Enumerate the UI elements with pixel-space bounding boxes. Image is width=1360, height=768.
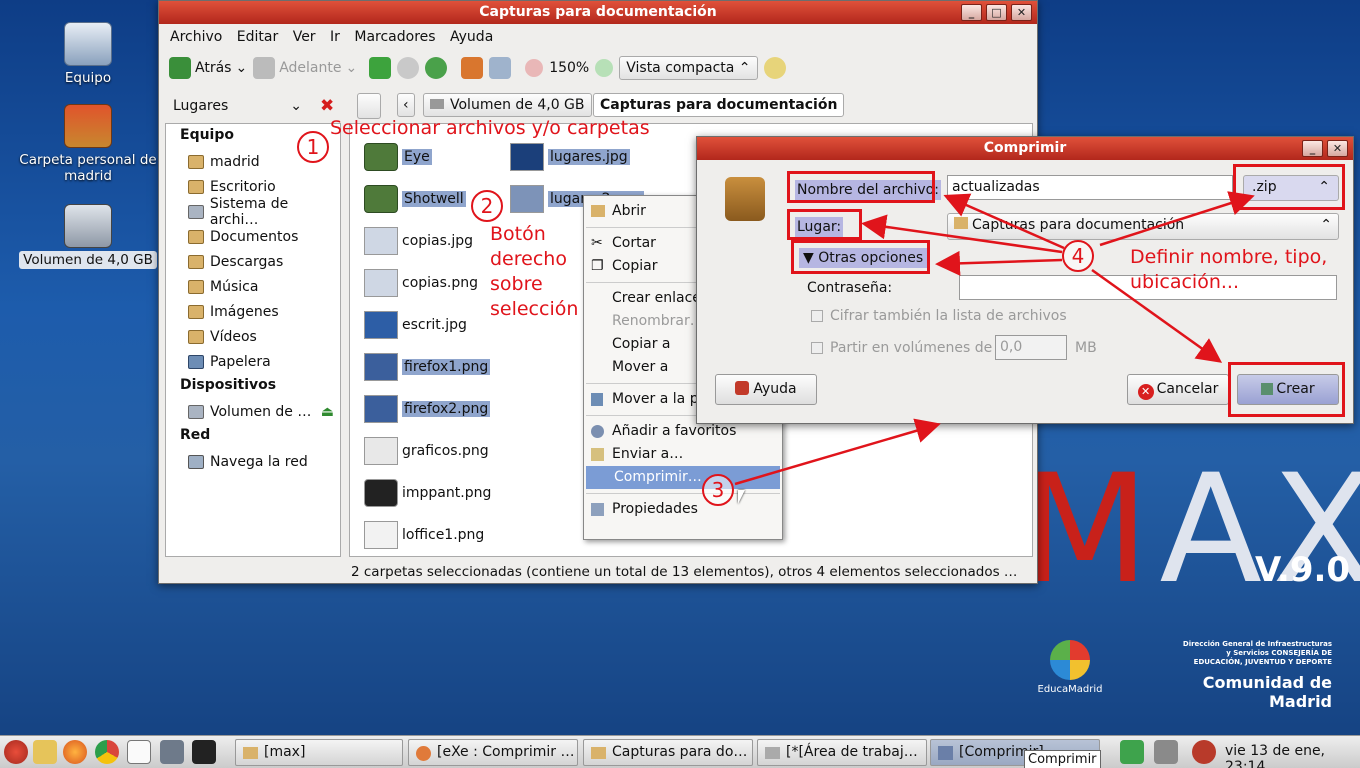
arrow-4d	[935, 250, 1063, 276]
clock[interactable]: vie 13 de ene, 23:14	[1225, 743, 1360, 768]
folder-icon	[243, 747, 258, 759]
taskbar-tooltip: Comprimir	[1024, 750, 1101, 768]
annotation-arrows	[734, 191, 1255, 486]
arrow-4e	[1091, 268, 1223, 363]
taskbar-item-exe[interactable]: [eXe : Comprimir …	[408, 739, 578, 766]
screenshot-icon	[765, 747, 780, 759]
taskbar-item-area[interactable]: [*[Área de trabaj…	[757, 739, 927, 766]
volume-icon[interactable]	[1192, 740, 1216, 764]
arrow-4c	[861, 214, 1063, 254]
firefox-icon	[416, 746, 431, 761]
taskbar: [max] [eXe : Comprimir … Capturas para d…	[0, 735, 1360, 768]
arrow-4a	[943, 193, 1065, 250]
chrome-icon[interactable]	[95, 740, 119, 764]
firefox-icon[interactable]	[63, 740, 87, 764]
taskbar-item-max[interactable]: [max]	[235, 739, 403, 766]
text-editor-icon[interactable]	[33, 740, 57, 764]
trash-icon[interactable]	[1120, 740, 1144, 764]
folder-icon	[591, 747, 606, 759]
terminal-icon[interactable]	[192, 740, 216, 764]
device-icon[interactable]	[1154, 740, 1178, 764]
main-menu-icon[interactable]	[4, 740, 28, 764]
archive-icon	[938, 746, 953, 760]
arrow-4b	[1099, 191, 1255, 247]
arrow-3	[734, 418, 941, 486]
mouse-cursor-icon	[738, 490, 745, 504]
screenshot-icon[interactable]	[160, 740, 184, 764]
taskbar-item-capturas[interactable]: Capturas para do…	[583, 739, 753, 766]
notes-icon[interactable]	[127, 740, 151, 764]
